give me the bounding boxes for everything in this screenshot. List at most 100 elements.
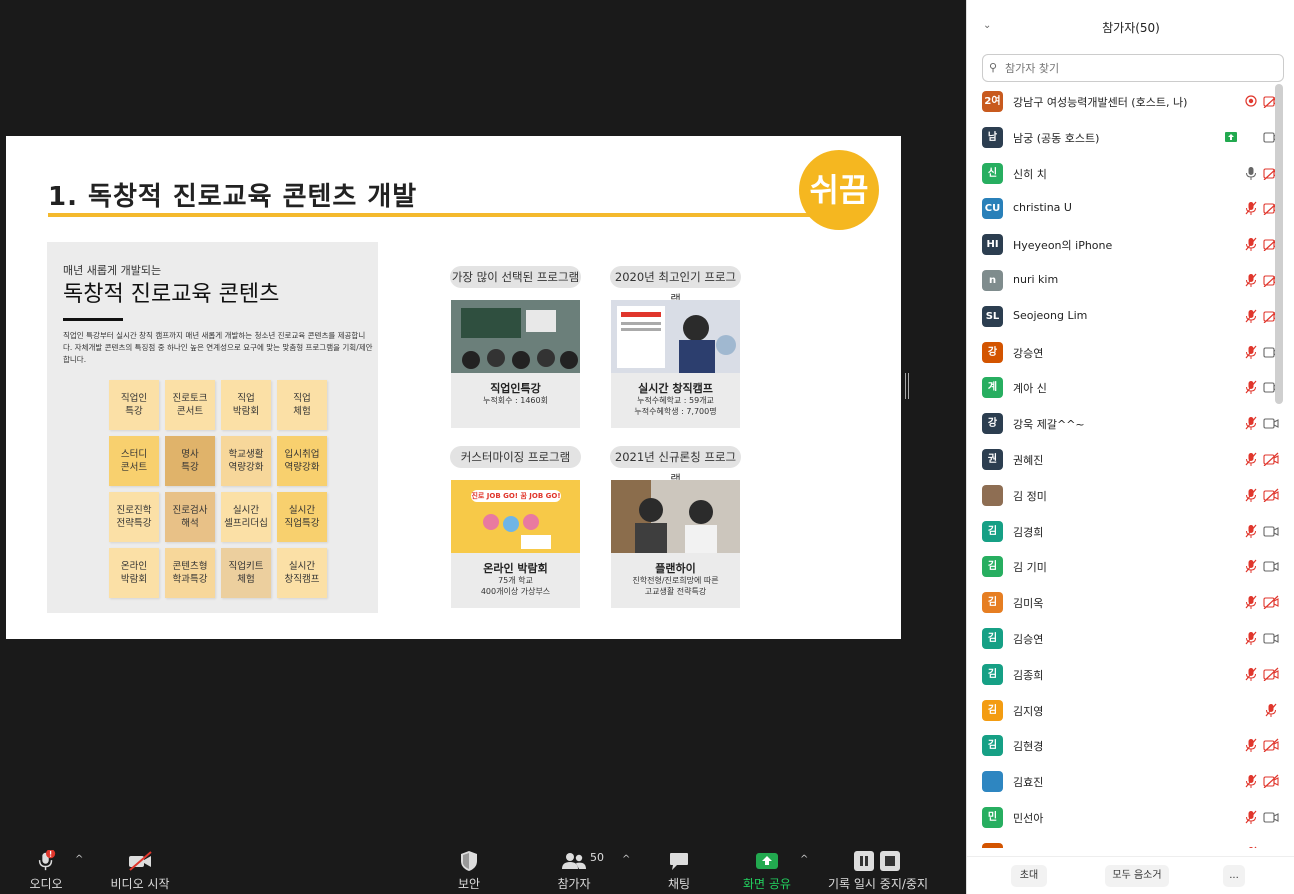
video-off-icon[interactable] bbox=[1263, 667, 1279, 681]
mic-muted-icon[interactable] bbox=[1245, 524, 1257, 538]
mic-muted-icon[interactable] bbox=[1245, 846, 1257, 848]
recording-icon[interactable] bbox=[1245, 94, 1257, 108]
content-overview-panel: 매년 새롭게 개발되는 독창적 진로교육 콘텐츠 직업인 특강부터 실시간 창직… bbox=[47, 242, 378, 613]
video-off-icon[interactable] bbox=[1263, 488, 1279, 502]
participant-name: 강욱 제갈^^~ bbox=[1013, 418, 1085, 432]
share-screen-icon bbox=[756, 853, 778, 869]
video-icon[interactable] bbox=[1263, 416, 1279, 430]
invite-button[interactable]: 초대 bbox=[1011, 865, 1047, 887]
mic-icon[interactable] bbox=[1245, 166, 1257, 180]
mic-muted-icon[interactable] bbox=[1245, 345, 1257, 359]
program-badge: 가장 많이 선택된 프로그램 bbox=[450, 266, 581, 288]
participant-row[interactable]: 권 권혜진 bbox=[967, 442, 1287, 478]
mic-muted-icon[interactable] bbox=[1245, 738, 1257, 753]
participant-row[interactable]: 김 김지영 bbox=[967, 693, 1287, 729]
chat-button[interactable]: 채팅 bbox=[657, 846, 701, 894]
video-icon[interactable] bbox=[1263, 559, 1279, 573]
participant-row[interactable]: 김 김미옥 bbox=[967, 585, 1287, 621]
mic-muted-icon[interactable] bbox=[1245, 631, 1257, 645]
participant-row[interactable]: 김 김 기미 bbox=[967, 549, 1287, 585]
audio-options-caret[interactable]: ^ bbox=[75, 854, 83, 865]
share-options-caret[interactable]: ^ bbox=[800, 854, 808, 865]
mute-all-button[interactable]: 모두 음소거 bbox=[1105, 865, 1169, 887]
participant-row[interactable]: 김 김경희 bbox=[967, 514, 1287, 550]
share-screen-button[interactable]: 화면 공유 bbox=[738, 846, 796, 894]
video-off-icon[interactable] bbox=[1263, 774, 1279, 789]
video-off-icon[interactable] bbox=[1263, 452, 1279, 466]
participant-name: 김승연 bbox=[1013, 633, 1044, 646]
participant-row[interactable]: 김 김현경 bbox=[967, 728, 1287, 764]
mic-muted-icon[interactable] bbox=[1245, 559, 1257, 574]
program-photo bbox=[611, 480, 740, 553]
participant-row[interactable]: n nuri kim bbox=[967, 263, 1287, 299]
mic-muted-icon[interactable] bbox=[1245, 273, 1257, 287]
participant-row[interactable]: 남 남궁 (공동 호스트) bbox=[967, 120, 1287, 156]
participant-row[interactable]: SL Seojeong Lim bbox=[967, 299, 1287, 335]
participant-name: 김미옥 bbox=[1013, 597, 1044, 611]
participant-name: 김경희 bbox=[1013, 525, 1044, 539]
video-icon[interactable] bbox=[1263, 810, 1279, 824]
panel-resize-handle[interactable] bbox=[905, 373, 909, 399]
participants-options-caret[interactable]: ^ bbox=[622, 854, 630, 865]
audio-button[interactable]: 오디오 bbox=[20, 846, 72, 894]
mic-muted-icon[interactable] bbox=[1245, 595, 1257, 610]
video-off-icon[interactable] bbox=[1263, 595, 1279, 610]
video-off-icon[interactable] bbox=[1263, 738, 1279, 753]
start-video-button[interactable]: 비디오 시작 bbox=[105, 846, 175, 894]
mic-muted-icon[interactable] bbox=[1245, 201, 1257, 216]
participant-row[interactable] bbox=[967, 836, 1287, 848]
avatar: 김 bbox=[982, 735, 1003, 757]
pause-stop-icon bbox=[854, 851, 900, 871]
mic-muted-icon[interactable] bbox=[1245, 667, 1257, 681]
participant-row[interactable]: 신 신히 치 bbox=[967, 156, 1287, 192]
security-button[interactable]: 보안 bbox=[447, 846, 491, 894]
video-icon[interactable] bbox=[1263, 631, 1279, 645]
screen-share-icon[interactable] bbox=[1225, 130, 1237, 144]
mic-muted-icon[interactable] bbox=[1245, 488, 1257, 502]
participant-search[interactable]: ⚲ bbox=[982, 54, 1284, 82]
content-grid-cell: 진로검사 해석 bbox=[165, 492, 215, 542]
avatar: n bbox=[982, 270, 1003, 291]
program-info: 진학전형/진로희망에 따른 고교생활 전략특강 bbox=[632, 576, 719, 596]
program-photo bbox=[611, 300, 740, 373]
mic-muted-icon[interactable] bbox=[1245, 309, 1257, 323]
content-grid-cell: 실시간 셀프리더십 bbox=[221, 492, 271, 542]
program-name: 직업인특강 bbox=[490, 382, 541, 395]
content-grid-cell: 온라인 박람회 bbox=[109, 548, 159, 598]
participant-row[interactable]: 김 김승연 bbox=[967, 621, 1287, 657]
participant-list: 2여 강남구 여성능력개발센터 (호스트, 나) 남 남궁 (공동 호스트) 신 신히 치… bbox=[967, 84, 1287, 848]
participant-row[interactable]: 2여 강남구 여성능력개발센터 (호스트, 나) bbox=[967, 84, 1287, 120]
content-grid-cell: 직업 박람회 bbox=[221, 380, 271, 430]
participant-search-input[interactable] bbox=[1005, 60, 1275, 76]
avatar: SL bbox=[982, 305, 1003, 327]
mic-muted-icon[interactable] bbox=[1245, 380, 1257, 395]
program-info: 누적회수 : 1460회 bbox=[483, 396, 548, 405]
participant-row[interactable]: 김 정미 bbox=[967, 478, 1287, 514]
participant-row[interactable]: HI Hyeyeon의 iPhone bbox=[967, 227, 1287, 263]
avatar: 김 bbox=[982, 520, 1003, 542]
more-options-button[interactable]: ... bbox=[1223, 865, 1245, 887]
participant-row[interactable]: 강 강승연 bbox=[967, 335, 1287, 371]
participant-row[interactable]: 계 계아 신 bbox=[967, 370, 1287, 406]
participant-row[interactable]: 민 민선아 bbox=[967, 800, 1287, 836]
participant-name: 김지영 bbox=[1013, 704, 1044, 718]
participant-row[interactable]: CU christina U bbox=[967, 191, 1287, 227]
mic-muted-icon[interactable] bbox=[1245, 452, 1257, 466]
meeting-toolbar: 오디오 ^ 비디오 시작 보안 참가자 50 ^ 채팅 화면 공유 ^ 기록 일… bbox=[0, 846, 966, 894]
program-badge: 2020년 최고인기 프로그램 bbox=[610, 266, 741, 306]
mic-muted-icon[interactable] bbox=[1245, 774, 1257, 789]
participant-row[interactable]: 강 강욱 제갈^^~ bbox=[967, 406, 1287, 442]
video-icon[interactable] bbox=[1263, 524, 1279, 538]
participant-list-scrollbar[interactable] bbox=[1275, 84, 1283, 404]
recording-controls[interactable]: 기록 일시 중지/중지 bbox=[822, 846, 934, 894]
mic-muted-icon[interactable] bbox=[1245, 416, 1257, 431]
video-icon[interactable] bbox=[1263, 846, 1279, 848]
mic-muted-icon[interactable] bbox=[1245, 810, 1257, 824]
avatar: 김 bbox=[982, 592, 1003, 614]
mic-muted-icon[interactable] bbox=[1263, 703, 1279, 717]
security-label: 보안 bbox=[457, 877, 481, 891]
participants-label: 참가자 bbox=[557, 877, 591, 891]
participant-row[interactable]: 김효진 bbox=[967, 764, 1287, 800]
participant-row[interactable]: 김 김종희 bbox=[967, 657, 1287, 693]
mic-muted-icon[interactable] bbox=[1245, 237, 1257, 252]
